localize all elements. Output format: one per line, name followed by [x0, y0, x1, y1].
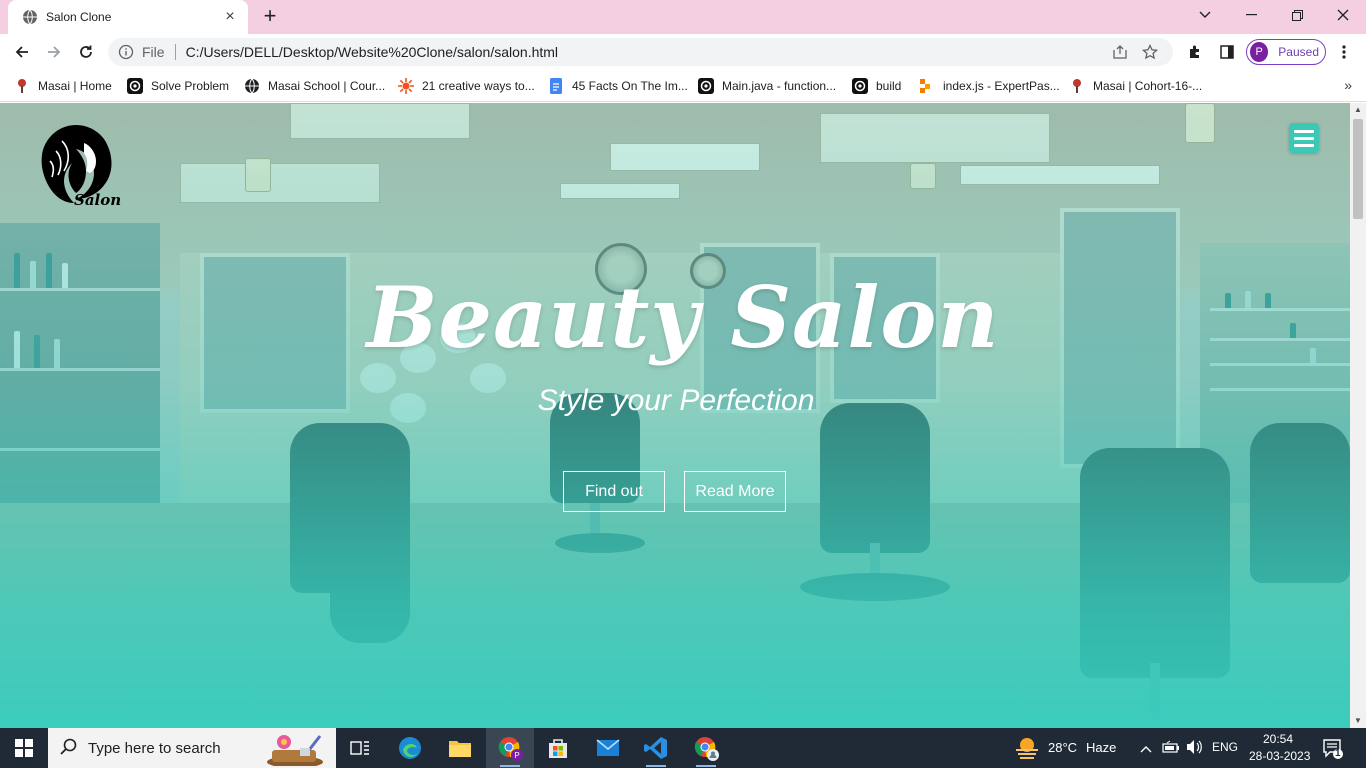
bookmark-label: Solve Problem: [151, 79, 230, 93]
bookmark-item[interactable]: Main.java - function...: [698, 76, 836, 96]
bookmark-label: Masai School | Cour...: [268, 79, 386, 93]
edge-browser-icon[interactable]: [386, 728, 434, 768]
bookmark-label: build: [876, 79, 902, 93]
bookmark-label: Masai | Cohort-16-...: [1093, 79, 1203, 93]
tab-search-chevron-icon[interactable]: [1182, 0, 1228, 30]
expertpass-icon: [919, 78, 935, 94]
mail-icon[interactable]: [584, 728, 632, 768]
profile-button[interactable]: P Paused: [1246, 39, 1326, 65]
weather-haze-icon[interactable]: [1014, 736, 1040, 763]
masai-icon: [14, 78, 30, 94]
vscode-icon[interactable]: [632, 728, 680, 768]
volume-icon[interactable]: [1186, 739, 1204, 758]
hero-subtitle: Style your Perfection: [537, 384, 815, 417]
battery-icon[interactable]: [1162, 740, 1180, 757]
bookmark-star-icon[interactable]: [1137, 42, 1163, 62]
windows-taskbar: Type here to search P 28°C Haze ENG 20:5…: [0, 728, 1366, 768]
close-tab-icon[interactable]: ×: [222, 9, 238, 25]
sun-icon: [398, 78, 414, 94]
restore-button[interactable]: [1274, 0, 1320, 30]
search-placeholder: Type here to search: [88, 739, 221, 757]
windows-start-button[interactable]: [0, 728, 48, 768]
masai-icon: [1069, 78, 1085, 94]
spiral-icon: [698, 78, 714, 94]
page-scrollbar[interactable]: ▲ ▼: [1350, 103, 1366, 728]
reload-icon[interactable]: [72, 38, 100, 66]
scheme-label: File: [142, 44, 165, 60]
clock-date[interactable]: 28-03-2023: [1249, 749, 1310, 763]
back-arrow-icon[interactable]: [8, 38, 36, 66]
read-more-button[interactable]: Read More: [684, 471, 786, 512]
logo-text: Salon: [74, 191, 122, 209]
bookmark-label: Main.java - function...: [722, 79, 837, 93]
globe-icon: [22, 9, 38, 25]
bookmark-item[interactable]: index.js - ExpertPas...: [919, 76, 1060, 96]
show-hidden-icons-chevron-icon[interactable]: [1140, 741, 1152, 756]
svg-text:P: P: [514, 751, 519, 760]
bookmark-item[interactable]: Solve Problem: [127, 76, 229, 96]
task-view-icon[interactable]: [336, 728, 384, 768]
address-bar[interactable]: File C:/Users/DELL/Desktop/Website%20Clo…: [108, 38, 1173, 66]
spiral-icon: [852, 78, 868, 94]
spiral-icon: [127, 78, 143, 94]
microsoft-store-icon[interactable]: [534, 728, 582, 768]
scroll-up-arrow-icon[interactable]: ▲: [1350, 103, 1366, 117]
bookmark-item[interactable]: 45 Facts On The Im...: [548, 76, 688, 96]
bookmark-label: 21 creative ways to...: [422, 79, 535, 93]
new-tab-button[interactable]: +: [257, 5, 283, 29]
profile-status: Paused: [1278, 45, 1319, 59]
chrome-profile-taskbar-icon[interactable]: P: [486, 728, 534, 768]
side-panel-icon[interactable]: [1213, 38, 1241, 66]
bookmarks-bar: Masai | Home Solve Problem Masai School …: [0, 70, 1366, 102]
hero-title: Beauty Salon: [366, 268, 1000, 367]
find-out-button[interactable]: Find out: [563, 471, 665, 512]
bookmark-item[interactable]: Masai | Cohort-16-...: [1069, 76, 1202, 96]
menu-bar: [1294, 143, 1314, 147]
bookmark-item[interactable]: build: [852, 76, 901, 96]
forward-arrow-icon[interactable]: [40, 38, 68, 66]
taskbar-search-box[interactable]: Type here to search: [48, 728, 336, 768]
bookmark-label: 45 Facts On The Im...: [572, 79, 688, 93]
weather-condition[interactable]: Haze: [1086, 740, 1116, 755]
share-icon[interactable]: [1107, 42, 1133, 62]
browser-titlebar: Salon Clone × +: [0, 0, 1366, 34]
more-bookmarks-chevron-icon[interactable]: »: [1344, 77, 1352, 93]
bookmark-item[interactable]: Masai | Home: [14, 76, 112, 96]
bookmark-label: index.js - ExpertPas...: [943, 79, 1060, 93]
bookmark-item[interactable]: Masai School | Cour...: [244, 76, 385, 96]
close-window-button[interactable]: [1320, 0, 1366, 30]
minimize-button[interactable]: [1228, 0, 1274, 30]
info-icon[interactable]: [118, 44, 134, 60]
url-text[interactable]: C:/Users/DELL/Desktop/Website%20Clone/sa…: [186, 44, 1103, 60]
globe-icon: [244, 78, 260, 94]
file-explorer-icon[interactable]: [436, 728, 484, 768]
tab-title: Salon Clone: [46, 10, 112, 24]
weather-temperature[interactable]: 28°C: [1048, 740, 1077, 755]
more-menu-icon[interactable]: [1330, 38, 1358, 66]
menu-bar: [1294, 129, 1314, 133]
extensions-puzzle-icon[interactable]: [1181, 38, 1209, 66]
clock-time[interactable]: 20:54: [1263, 732, 1293, 746]
page-viewport: Salon Beauty Salon Style your Perfection…: [0, 103, 1350, 728]
search-icon: [60, 738, 78, 759]
browser-toolbar: File C:/Users/DELL/Desktop/Website%20Clo…: [0, 34, 1366, 70]
browser-tab[interactable]: Salon Clone ×: [8, 0, 248, 34]
doc-icon: [548, 78, 564, 94]
language-indicator[interactable]: ENG: [1212, 740, 1238, 754]
search-highlight-illustration-icon: [260, 730, 330, 769]
chrome-icon[interactable]: [682, 728, 730, 768]
hamburger-menu-button[interactable]: [1289, 123, 1319, 153]
scroll-down-arrow-icon[interactable]: ▼: [1350, 714, 1366, 728]
divider: [174, 44, 176, 60]
notification-count-badge: 1: [1335, 748, 1341, 759]
bookmark-label: Masai | Home: [38, 79, 112, 93]
avatar: P: [1250, 42, 1269, 62]
bookmark-item[interactable]: 21 creative ways to...: [398, 76, 535, 96]
menu-bar: [1294, 136, 1314, 140]
scrollbar-thumb[interactable]: [1353, 119, 1363, 219]
